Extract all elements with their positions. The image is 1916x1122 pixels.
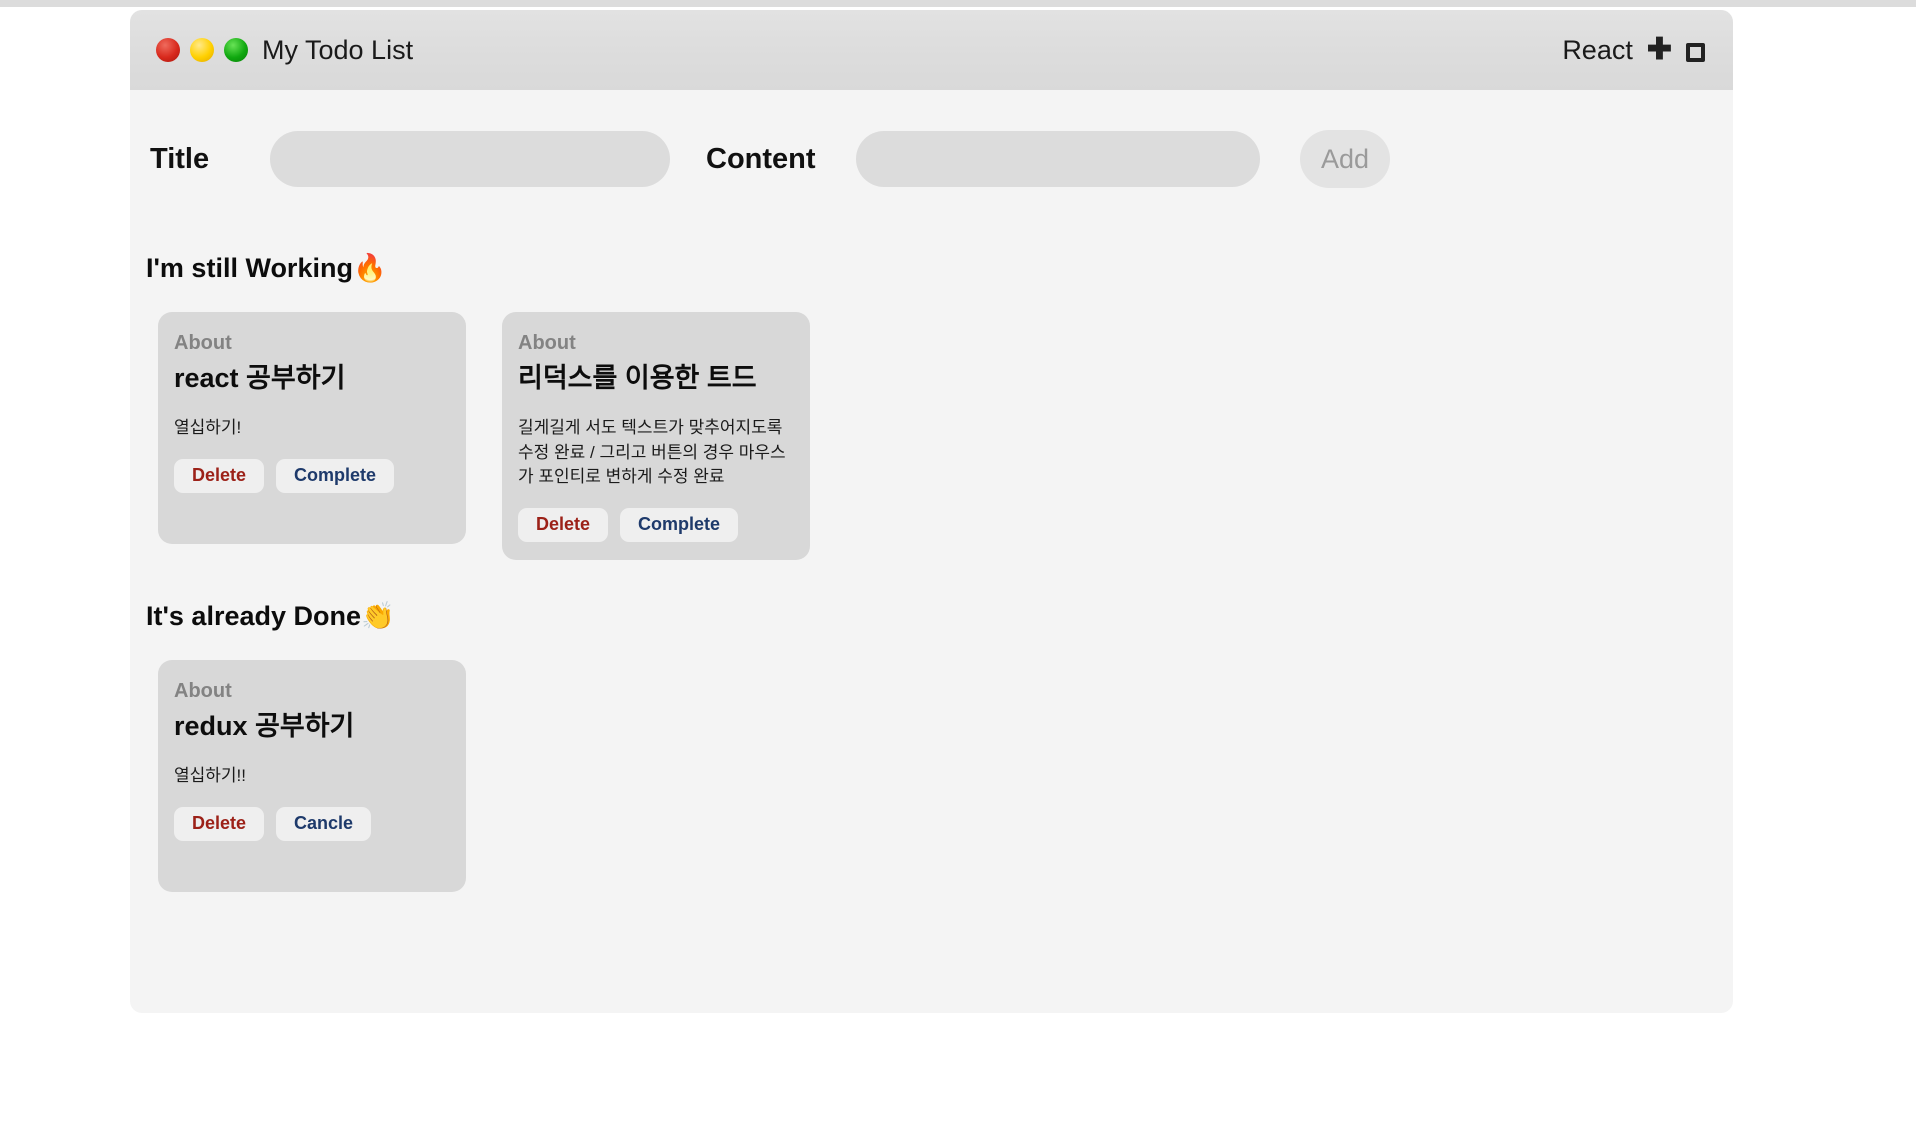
square-icon[interactable]: [1686, 42, 1705, 62]
card-actions: Delete Complete: [174, 458, 450, 493]
content-input[interactable]: [856, 131, 1260, 187]
card-title: redux 공부하기: [174, 710, 355, 741]
card-title: react 공부하기: [174, 363, 346, 393]
complete-button[interactable]: Complete: [276, 458, 395, 493]
title-input[interactable]: [270, 131, 670, 187]
card-body: 열십하기!!: [174, 766, 247, 786]
working-card-list: About react 공부하기 열십하기! Delete Complete A…: [130, 284, 1733, 560]
done-card-list: About redux 공부하기 열십하기!! Delete Cancle: [130, 632, 1733, 892]
titlebar-right-controls: React ✚: [1562, 35, 1705, 66]
cancel-button[interactable]: Cancle: [276, 806, 372, 841]
todo-card: About react 공부하기 열십하기! Delete Complete: [158, 312, 466, 544]
maximize-window-button[interactable]: [224, 38, 248, 62]
delete-button[interactable]: Delete: [518, 507, 609, 542]
todo-card: About 리덕스를 이용한 트드 길게길게 서도 텍스트가 맞추어지도록 수정…: [502, 312, 810, 560]
card-actions: Delete Complete: [518, 507, 794, 542]
traffic-lights: [156, 38, 248, 62]
card-about-label: About: [174, 332, 232, 354]
working-section-heading: I'm still Working🔥: [146, 253, 387, 283]
delete-button[interactable]: Delete: [174, 806, 265, 841]
close-window-button[interactable]: [156, 38, 180, 62]
card-actions: Delete Cancle: [174, 806, 450, 841]
card-about-label: About: [174, 679, 232, 702]
done-section-heading: It's already Done👏: [146, 600, 395, 631]
content-label: Content: [706, 142, 816, 175]
plus-icon[interactable]: ✚: [1647, 35, 1672, 65]
title-label: Title: [150, 142, 210, 175]
minimize-window-button[interactable]: [190, 38, 214, 62]
card-about-label: About: [518, 332, 576, 354]
card-body: 열십하기!: [174, 418, 242, 438]
complete-button[interactable]: Complete: [620, 507, 739, 542]
card-title: 리덕스를 이용한 트드: [518, 363, 757, 393]
window-titlebar: My Todo List React ✚: [130, 10, 1733, 90]
todo-card: About redux 공부하기 열십하기!! Delete Cancle: [158, 659, 466, 892]
todo-form: Title Content Add: [130, 90, 1733, 200]
window-title: My Todo List: [262, 34, 414, 65]
app-label: React: [1562, 34, 1633, 65]
add-button[interactable]: Add: [1300, 130, 1390, 188]
app-window: My Todo List React ✚ Title Content Add I…: [130, 10, 1733, 1013]
card-body: 길게길게 서도 텍스트가 맞추어지도록 수정 완료 / 그리고 버튼의 경우 마…: [518, 418, 786, 487]
browser-top-strip: [0, 0, 1916, 7]
delete-button[interactable]: Delete: [174, 458, 265, 493]
